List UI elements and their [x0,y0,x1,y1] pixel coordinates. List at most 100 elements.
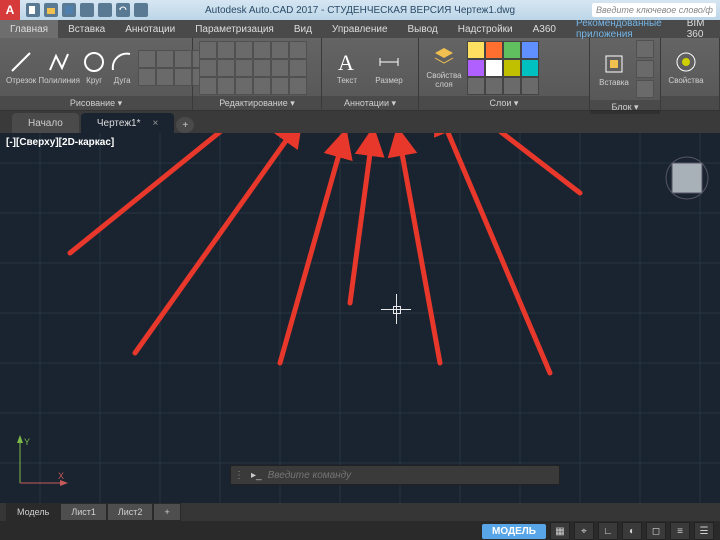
modify-button[interactable] [235,77,253,95]
layer-tool-button[interactable] [521,41,539,59]
layer-tool-button[interactable] [521,77,539,95]
layer-tool-button[interactable] [521,59,539,77]
close-tab-icon[interactable]: × [152,118,158,129]
modify-button[interactable] [271,77,289,95]
tab-output[interactable]: Вывод [398,20,448,38]
tab-bim360[interactable]: BIM 360 [677,20,720,38]
model-tab[interactable]: Модель [6,503,60,521]
qat-print-icon[interactable] [98,3,112,17]
qat-saveas-icon[interactable] [80,3,94,17]
qat-open-icon[interactable] [44,3,58,17]
cmd-circle-button[interactable]: Круг [82,50,106,85]
tab-manage[interactable]: Управление [322,20,398,38]
layer-tool-button[interactable] [485,77,503,95]
model-space-badge[interactable]: МОДЕЛЬ [482,524,546,539]
status-lwt-icon[interactable]: ≡ [670,522,690,540]
layer-tool-button[interactable] [485,59,503,77]
drawing-tab-active[interactable]: Чертеж1*× [81,113,174,133]
tab-annotate[interactable]: Аннотации [115,20,185,38]
draw-small-button[interactable] [138,68,156,86]
layout2-tab[interactable]: Лист2 [107,503,154,521]
status-snap-icon[interactable]: ⌖ [574,522,594,540]
qat-save-icon[interactable] [62,3,76,17]
block-small-button[interactable] [636,80,654,98]
status-grid-icon[interactable]: ▦ [550,522,570,540]
cmd-arc-button[interactable]: Дуга [110,50,134,85]
block-small-button[interactable] [636,40,654,58]
text-icon: A [335,50,359,74]
status-menu-icon[interactable]: ☰ [694,522,714,540]
modify-button[interactable] [235,41,253,59]
layer-tool-button[interactable] [485,41,503,59]
modify-button[interactable] [289,41,307,59]
viewport-label[interactable]: [-][Сверху][2D-каркас] [6,137,114,148]
ucs-icon[interactable]: Y X [10,433,70,493]
cmd-text-button[interactable]: AТекст [328,50,366,85]
modify-button[interactable] [217,77,235,95]
dimension-icon [377,50,401,74]
panel-layers-title[interactable]: Слои ▾ [419,96,589,110]
drawing-viewport[interactable]: [-][Сверху][2D-каркас] Y X ⋮ ▸_ [0,133,720,503]
modify-button[interactable] [217,41,235,59]
panel-draw-title[interactable]: Рисование ▾ [0,96,192,110]
tab-home[interactable]: Главная [0,20,58,38]
modify-button[interactable] [271,59,289,77]
modify-button[interactable] [199,59,217,77]
layer-tool-button[interactable] [503,59,521,77]
tab-a360[interactable]: A360 [523,20,566,38]
modify-button[interactable] [235,59,253,77]
modify-button[interactable] [217,59,235,77]
layer-tool-button[interactable] [503,77,521,95]
tab-insert[interactable]: Вставка [58,20,115,38]
viewcube[interactable] [664,155,710,201]
layer-tool-button[interactable] [467,41,485,59]
new-tab-button[interactable]: + [176,117,194,133]
modify-button[interactable] [199,41,217,59]
tab-addins[interactable]: Надстройки [448,20,523,38]
panel-block-title[interactable]: Блок ▾ [590,100,660,114]
cmd-layer-props-button[interactable]: Свойства слоя [425,45,463,89]
layout1-tab[interactable]: Лист1 [60,503,107,521]
svg-text:X: X [58,471,64,481]
tab-recommended[interactable]: Рекомендованные приложения [566,20,677,38]
modify-button[interactable] [253,59,271,77]
panel-annotation-title[interactable]: Аннотации ▾ [322,96,418,110]
cmd-line-button[interactable]: Отрезок [6,50,36,85]
command-input[interactable] [266,469,559,482]
command-line[interactable]: ⋮ ▸_ [230,465,560,485]
modify-button[interactable] [289,77,307,95]
modify-button[interactable] [289,59,307,77]
status-ortho-icon[interactable]: ∟ [598,522,618,540]
modify-button[interactable] [199,77,217,95]
add-layout-tab[interactable]: + [153,503,180,521]
modify-button[interactable] [271,41,289,59]
qat-undo-icon[interactable] [116,3,130,17]
tab-view[interactable]: Вид [284,20,322,38]
status-polar-icon[interactable]: ◐ [622,522,642,540]
draw-small-button[interactable] [174,50,192,68]
cmd-insert-button[interactable]: Вставка [596,52,632,87]
panel-modify-title[interactable]: Редактирование ▾ [193,96,321,110]
cmd-polyline-button[interactable]: Полилиния [40,50,78,85]
tab-parametric[interactable]: Параметризация [185,20,284,38]
app-menu-button[interactable]: A [0,0,20,20]
draw-small-button[interactable] [174,68,192,86]
layer-tool-button[interactable] [467,59,485,77]
qat-new-icon[interactable] [26,3,40,17]
layer-tool-button[interactable] [503,41,521,59]
draw-small-button[interactable] [156,50,174,68]
cmd-properties-button[interactable]: Свойства [667,50,705,85]
modify-button[interactable] [253,41,271,59]
start-tab[interactable]: Начало [12,113,79,133]
layer-tool-button[interactable] [467,77,485,95]
layers-icon [432,45,456,69]
draw-small-button[interactable] [138,50,156,68]
qat-redo-icon[interactable] [134,3,148,17]
draw-small-button[interactable] [156,68,174,86]
block-small-button[interactable] [636,60,654,78]
status-osnap-icon[interactable]: ◻ [646,522,666,540]
modify-button[interactable] [253,77,271,95]
title-search-input[interactable]: Введите ключевое слово/ф [592,3,716,17]
command-handle-icon[interactable]: ⋮ [231,470,247,481]
cmd-dimension-button[interactable]: Размер [370,50,408,85]
